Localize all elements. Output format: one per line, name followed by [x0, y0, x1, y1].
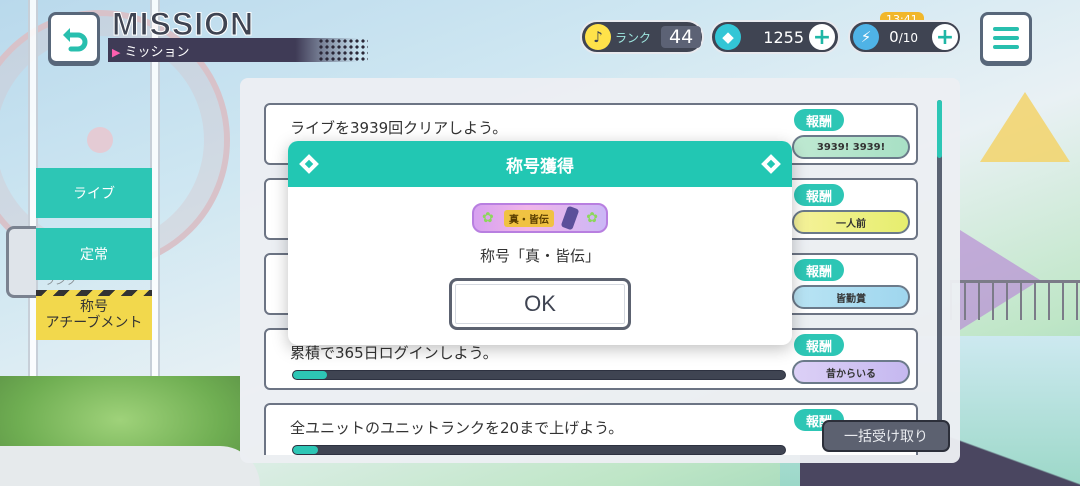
title-badge-image: ✿ 真・皆伝 ✿ — [472, 203, 608, 233]
flower-icon: ✿ — [482, 210, 494, 226]
flower-icon: ✿ — [586, 210, 598, 226]
ok-button[interactable]: OK — [449, 278, 631, 330]
dialog-header: 称号獲得 — [288, 141, 792, 187]
phone-icon — [560, 205, 580, 231]
title-acquired-dialog: 称号獲得 ✿ 真・皆伝 ✿ 称号「真・皆伝」 OK — [288, 141, 792, 345]
dialog-title: 称号獲得 — [506, 156, 574, 177]
award-message: 称号「真・皆伝」 — [479, 247, 600, 265]
diamond-icon — [299, 154, 319, 174]
diamond-icon — [761, 154, 781, 174]
badge-chip: 真・皆伝 — [503, 209, 554, 227]
